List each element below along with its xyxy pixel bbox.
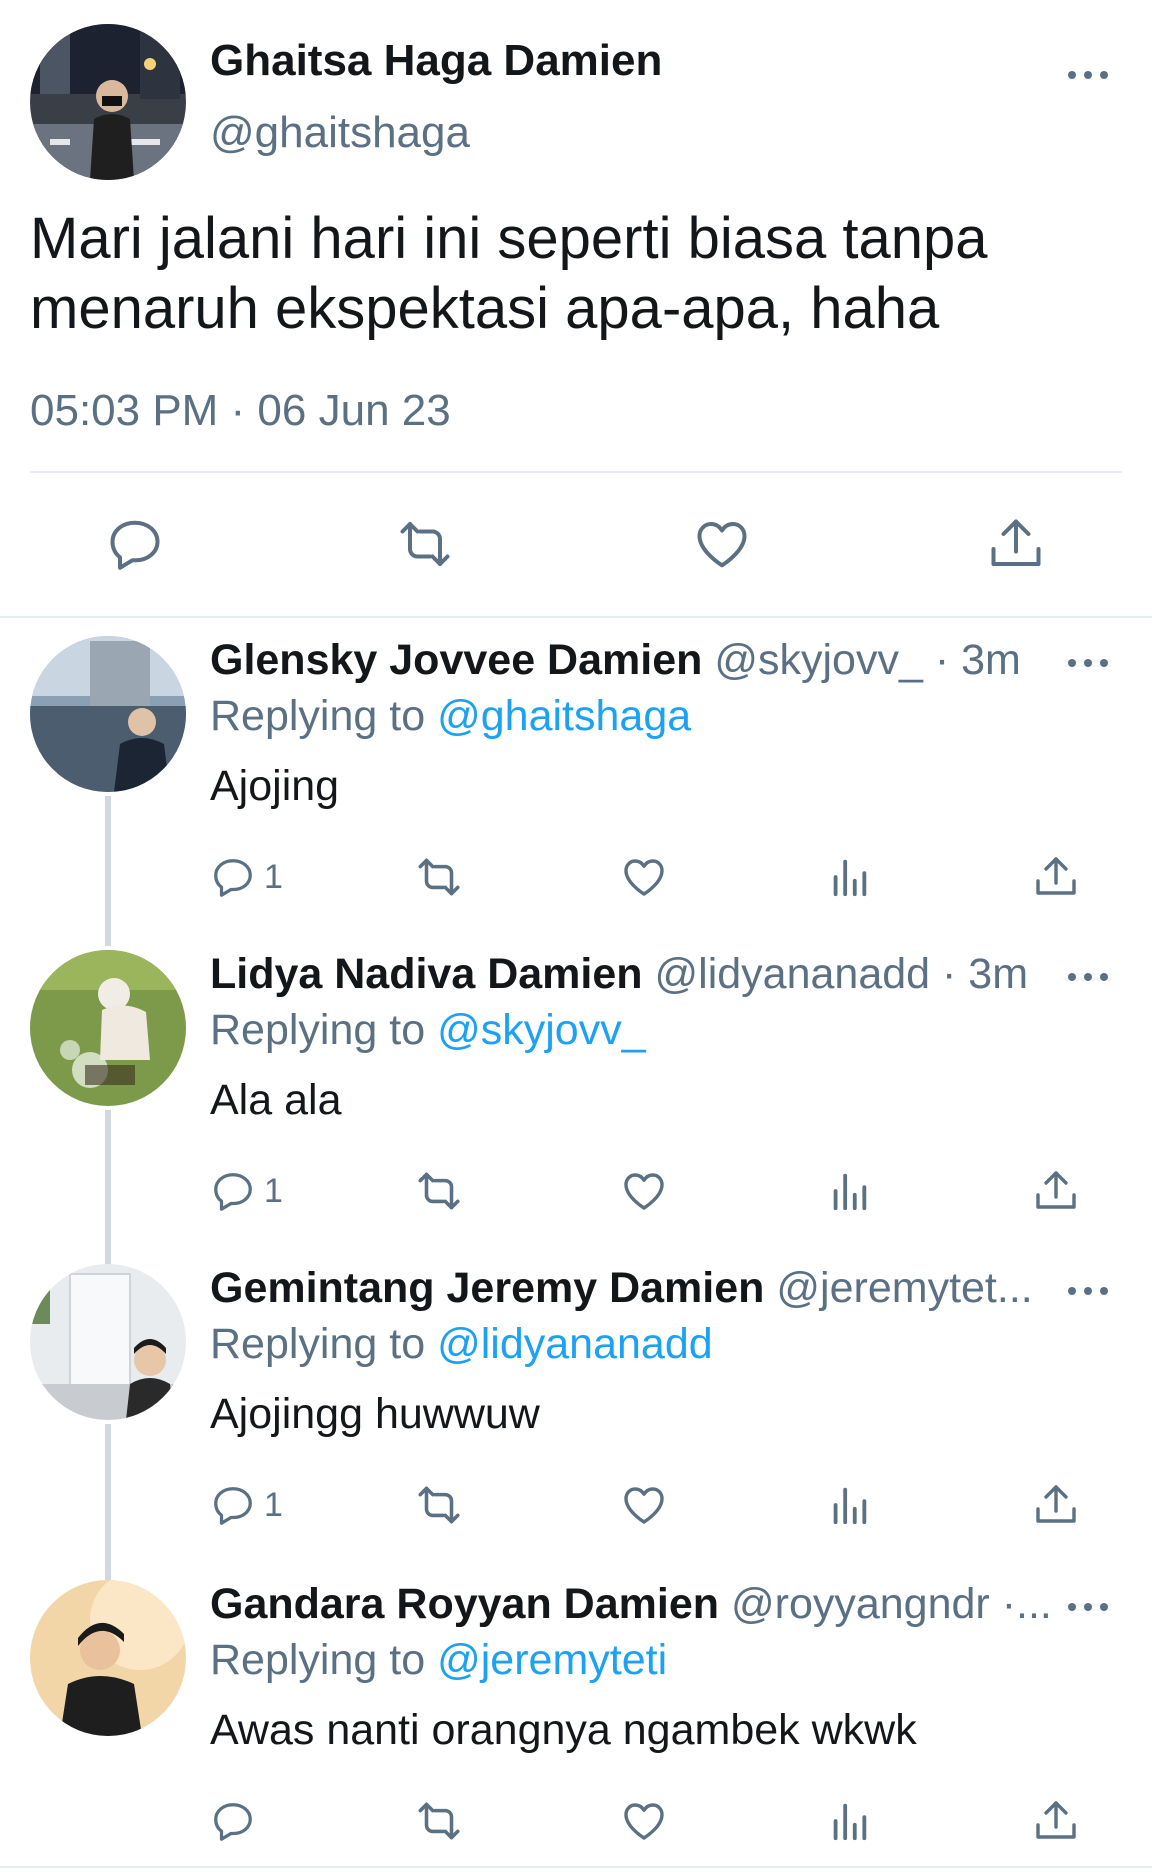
replying-mention[interactable]: @lidyananadd bbox=[437, 1320, 713, 1368]
thread-line bbox=[105, 796, 111, 946]
share-button[interactable] bbox=[1032, 1166, 1080, 1216]
like-button[interactable] bbox=[620, 1166, 668, 1216]
reply-actions bbox=[210, 1796, 1090, 1846]
like-button[interactable] bbox=[620, 1480, 668, 1530]
reply-avatar[interactable] bbox=[30, 636, 186, 792]
share-button[interactable] bbox=[1032, 1796, 1080, 1846]
author-name[interactable]: Ghaitsa Haga Damien bbox=[210, 36, 662, 86]
more-options-icon[interactable] bbox=[1068, 653, 1108, 673]
reply-avatar[interactable] bbox=[30, 1264, 186, 1420]
reply-author-meta[interactable]: @skyjovv_ · 3m bbox=[714, 636, 1020, 684]
reply-author-meta[interactable]: @royyangndr ·... bbox=[731, 1580, 1052, 1628]
reply-header: Gemintang Jeremy Damien @jeremytet... bbox=[210, 1264, 1060, 1313]
reply-actions: 1 bbox=[210, 852, 1090, 902]
reply-count: 1 bbox=[264, 1171, 283, 1210]
replying-to: Replying to @skyjovv_ bbox=[210, 1006, 646, 1055]
more-options-icon[interactable] bbox=[1068, 1597, 1108, 1617]
reply-author-name[interactable]: Gandara Royyan Damien bbox=[210, 1580, 719, 1628]
reply-text: Ajojing bbox=[210, 762, 340, 810]
share-icon[interactable] bbox=[986, 514, 1046, 574]
section-separator bbox=[0, 616, 1152, 618]
more-options-icon[interactable] bbox=[1068, 967, 1108, 987]
reply-button[interactable]: 1 bbox=[210, 1480, 283, 1530]
reply-text: Ala ala bbox=[210, 1076, 342, 1124]
main-avatar[interactable] bbox=[30, 24, 186, 180]
reply-author-name[interactable]: Gemintang Jeremy Damien bbox=[210, 1264, 764, 1312]
reply-count: 1 bbox=[264, 857, 283, 896]
retweet-button[interactable] bbox=[414, 1480, 464, 1530]
replying-to: Replying to @jeremyteti bbox=[210, 1636, 667, 1685]
author-handle[interactable]: @ghaitshaga bbox=[210, 108, 470, 158]
reply-author-name[interactable]: Glensky Jovvee Damien bbox=[210, 636, 702, 684]
tweet-timestamp: 05:03 PM · 06 Jun 23 bbox=[30, 386, 451, 435]
retweet-button[interactable] bbox=[414, 1166, 464, 1216]
share-button[interactable] bbox=[1032, 852, 1080, 902]
reply-text: Ajojingg huwwuw bbox=[210, 1390, 540, 1438]
more-options-icon[interactable] bbox=[1068, 65, 1108, 85]
reply-actions: 1 bbox=[210, 1166, 1090, 1216]
like-button[interactable] bbox=[620, 1796, 668, 1846]
thread-line bbox=[105, 1110, 111, 1270]
reply-icon[interactable] bbox=[105, 514, 165, 574]
tweet-text: Mari jalani hari ini seperti biasa tanpa… bbox=[30, 206, 988, 341]
replying-mention[interactable]: @jeremyteti bbox=[437, 1636, 667, 1684]
replying-prefix: Replying to bbox=[210, 1636, 426, 1684]
reply-count: 1 bbox=[264, 1485, 283, 1524]
more-options-icon[interactable] bbox=[1068, 1281, 1108, 1301]
reply-author-name[interactable]: Lidya Nadiva Damien bbox=[210, 950, 643, 998]
analytics-button[interactable] bbox=[826, 852, 872, 902]
reply-header: Gandara Royyan Damien @royyangndr ·... bbox=[210, 1580, 1060, 1629]
divider bbox=[30, 471, 1122, 473]
reply-header: Glensky Jovvee Damien @skyjovv_ · 3m bbox=[210, 636, 1060, 685]
share-button[interactable] bbox=[1032, 1480, 1080, 1530]
reply-avatar[interactable] bbox=[30, 1580, 186, 1736]
replying-mention[interactable]: @skyjovv_ bbox=[437, 1006, 646, 1054]
reply-button[interactable]: 1 bbox=[210, 852, 283, 902]
replying-prefix: Replying to bbox=[210, 1006, 426, 1054]
reply-avatar[interactable] bbox=[30, 950, 186, 1106]
bottom-separator bbox=[0, 1866, 1152, 1868]
reply-text: Awas nanti orangnya ngambek wkwk bbox=[210, 1706, 917, 1754]
retweet-button[interactable] bbox=[414, 1796, 464, 1846]
replying-prefix: Replying to bbox=[210, 1320, 426, 1368]
analytics-button[interactable] bbox=[826, 1166, 872, 1216]
like-button[interactable] bbox=[620, 852, 668, 902]
replying-mention[interactable]: @ghaitshaga bbox=[437, 692, 691, 740]
analytics-button[interactable] bbox=[826, 1796, 872, 1846]
reply-actions: 1 bbox=[210, 1480, 1090, 1530]
reply-button[interactable]: 1 bbox=[210, 1166, 283, 1216]
replying-to: Replying to @ghaitshaga bbox=[210, 692, 691, 741]
like-icon[interactable] bbox=[692, 514, 752, 574]
replying-prefix: Replying to bbox=[210, 692, 426, 740]
reply-button[interactable] bbox=[210, 1796, 264, 1846]
reply-author-meta[interactable]: @lidyananadd · 3m bbox=[655, 950, 1029, 998]
reply-author-meta[interactable]: @jeremytet... bbox=[776, 1264, 1032, 1312]
retweet-icon[interactable] bbox=[395, 514, 455, 574]
thread-line bbox=[105, 1424, 111, 1580]
retweet-button[interactable] bbox=[414, 852, 464, 902]
replying-to: Replying to @lidyananadd bbox=[210, 1320, 713, 1369]
reply-header: Lidya Nadiva Damien @lidyananadd · 3m bbox=[210, 950, 1060, 999]
analytics-button[interactable] bbox=[826, 1480, 872, 1530]
